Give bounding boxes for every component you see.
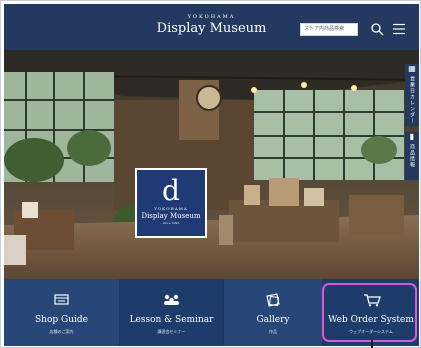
brand-glyph: d [162, 174, 180, 207]
nav-gallery-sub: 作品 [269, 329, 277, 334]
nav-lesson-seminar-sub: 講習会セミナー [157, 329, 186, 334]
brand-card: d YOKOHAMA Display Museum since 1990 [135, 168, 207, 238]
nav-shop-guide-sub: 店舗のご案内 [49, 329, 74, 334]
brand-tagline: since 1990 [162, 221, 180, 225]
store-interior-photo [4, 50, 419, 279]
hero-banner: d YOKOHAMA Display Museum since 1990 ▦ 営… [4, 50, 419, 279]
menu-icon[interactable] [392, 22, 406, 36]
brand-title: Display Museum [141, 212, 201, 220]
nav-lesson-seminar[interactable]: Lesson & Seminar 講習会セミナー [120, 279, 223, 346]
sidetab-calendar-label: 営業日カレンダー [409, 76, 415, 124]
search-icon[interactable] [370, 22, 384, 36]
store-icon [54, 294, 69, 305]
calendar-icon: ▦ [408, 64, 416, 73]
highlight-annotation [322, 283, 417, 342]
search-input[interactable]: ストア内商品検索 [300, 23, 358, 36]
nav-gallery[interactable]: Gallery 作品 [224, 279, 322, 346]
gallery-icon [266, 293, 280, 307]
nav-shop-guide[interactable]: Shop Guide 店舗のご案内 [4, 279, 119, 346]
nav-gallery-label: Gallery [256, 315, 290, 325]
sidetab-calendar[interactable]: ▦ 営業日カレンダー [405, 64, 419, 126]
site-header: YOKOHAMA Display Museum ストア内商品検索 [4, 4, 419, 50]
annotation-pointer [371, 340, 373, 348]
sidetab-products[interactable]: ▮ 商品情報 [405, 132, 419, 180]
book-icon: ▮ [409, 132, 415, 141]
nav-shop-guide-label: Shop Guide [35, 315, 88, 325]
screenshot-frame: YOKOHAMA Display Museum ストア内商品検索 d YOKOH… [0, 0, 421, 348]
sidetab-products-label: 商品情報 [409, 144, 415, 168]
people-icon [164, 294, 179, 305]
nav-lesson-seminar-label: Lesson & Seminar [129, 315, 214, 325]
logo-small-text: YOKOHAMA [187, 14, 236, 20]
